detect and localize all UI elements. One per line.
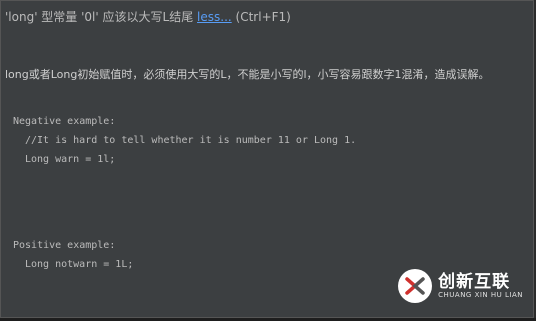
positive-example-code: Long notwarn = 1L; xyxy=(25,259,134,270)
negative-example-label: Negative example: xyxy=(13,116,116,127)
inspection-header: 'long' 型常量 '0l' 应该以大写L结尾 less... (Ctrl+F… xyxy=(5,8,291,25)
negative-example-comment: //It is hard to tell whether it is numbe… xyxy=(25,135,357,146)
inspection-tooltip-popup: 'long' 型常量 '0l' 应该以大写L结尾 less... (Ctrl+F… xyxy=(0,0,534,318)
positive-example-label: Positive example: xyxy=(13,240,116,251)
watermark-text: 创新互联 xyxy=(438,271,511,292)
watermark-subtext: CHUANG XIN HU LIAN xyxy=(438,290,523,299)
watermark: 创新互联 CHUANG XIN HU LIAN xyxy=(398,269,523,303)
watermark-logo-icon xyxy=(398,269,433,303)
inspection-title: 'long' 型常量 '0l' 应该以大写L结尾 xyxy=(5,10,194,24)
inspection-description: long或者Long初始赋值时，必须使用大写的L，不能是小写的l，小写容易跟数字… xyxy=(5,68,490,81)
less-link[interactable]: less... xyxy=(197,10,232,24)
shortcut-hint: (Ctrl+F1) xyxy=(235,10,291,24)
negative-example-code: Long warn = 1l; xyxy=(25,154,116,165)
